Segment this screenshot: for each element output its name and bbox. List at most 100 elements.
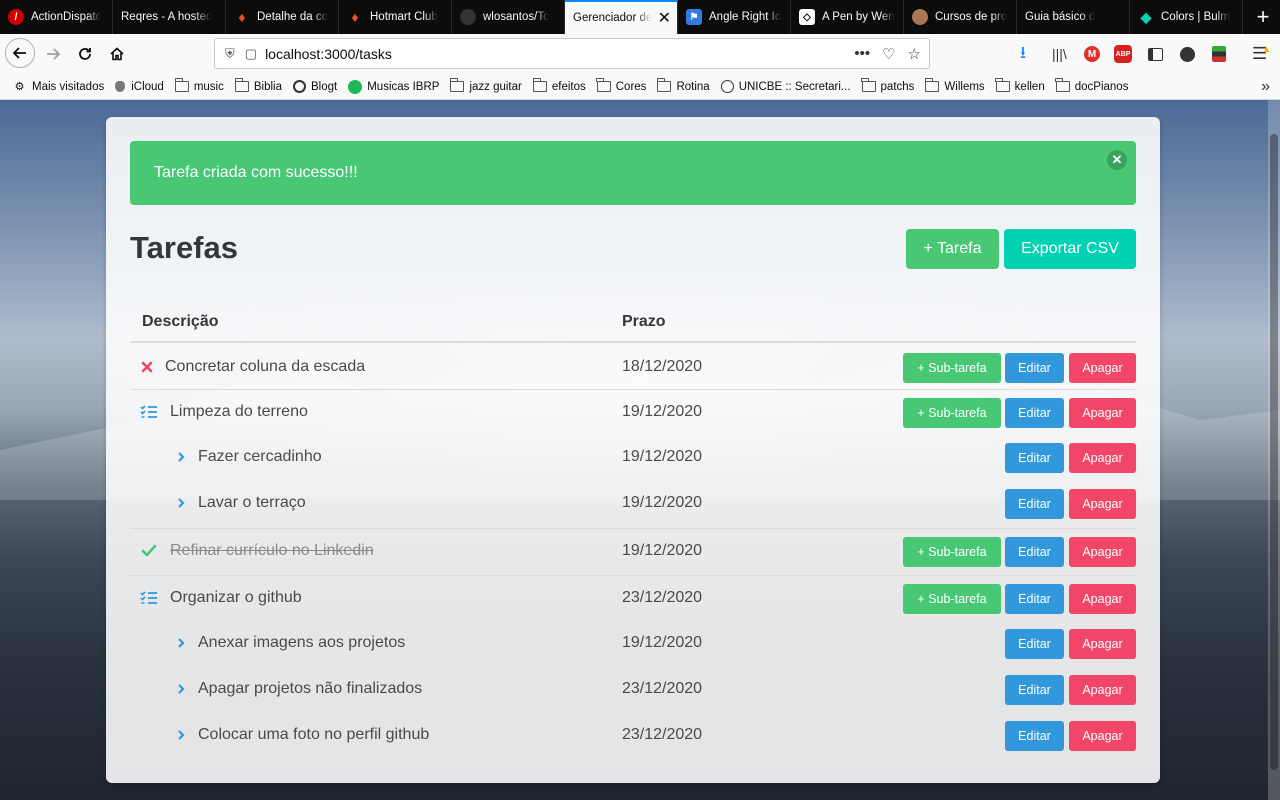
- home-icon: [110, 47, 124, 61]
- angle-right-icon: [172, 634, 190, 652]
- edit-button[interactable]: Editar: [1005, 629, 1064, 659]
- table-row: Limpeza do terreno 19/12/2020 + Sub-tare…: [130, 389, 1136, 435]
- folder-icon: [861, 78, 876, 92]
- folder-icon: [596, 78, 611, 92]
- bookmark-item[interactable]: patchs: [861, 78, 914, 93]
- download-icon[interactable]: ⭳: [1020, 34, 1026, 74]
- delete-button[interactable]: Apagar: [1069, 629, 1136, 659]
- bookmark-item[interactable]: efeitos: [532, 78, 586, 93]
- browser-tab[interactable]: ⚑ Angle Right Ic: [678, 0, 791, 34]
- bookmark-item[interactable]: Musicas IBRP: [348, 79, 439, 94]
- table-row: Anexar imagens aos projetos 19/12/2020 E…: [130, 621, 1136, 667]
- bookmark-item[interactable]: Blogt: [293, 80, 337, 93]
- bookmark-item[interactable]: Rotina: [657, 78, 710, 93]
- close-tab-icon[interactable]: ✕: [654, 8, 671, 28]
- task-deadline: 19/12/2020: [622, 542, 703, 559]
- delete-button[interactable]: Apagar: [1069, 675, 1136, 705]
- page-viewport: Tarefa criada com sucesso!!! ✕ Tarefas +…: [0, 100, 1280, 800]
- bookmark-item[interactable]: docPianos: [1055, 78, 1128, 93]
- bookmark-star-icon[interactable]: ☆: [908, 45, 921, 63]
- edit-button[interactable]: Editar: [1005, 537, 1064, 567]
- url-bar[interactable]: ⛨ ▢ localhost:3000/tasks ••• ♡ ☆: [214, 38, 930, 69]
- delete-button[interactable]: Apagar: [1069, 353, 1136, 383]
- add-subtask-button[interactable]: + Sub-tarefa: [903, 398, 1001, 428]
- github-icon: [293, 80, 306, 93]
- column-header-description: Descrição: [142, 313, 219, 330]
- edit-button[interactable]: Editar: [1005, 675, 1064, 705]
- add-subtask-button[interactable]: + Sub-tarefa: [903, 537, 1001, 567]
- more-bookmarks-icon[interactable]: »: [1261, 78, 1270, 96]
- edit-button[interactable]: Editar: [1005, 443, 1064, 473]
- add-subtask-button[interactable]: + Sub-tarefa: [903, 353, 1001, 383]
- bookmark-item[interactable]: jazz guitar: [450, 78, 522, 93]
- browser-tab[interactable]: ◆ Colors | Bulm: [1130, 0, 1243, 34]
- edit-button[interactable]: Editar: [1005, 398, 1064, 428]
- new-task-button[interactable]: + Tarefa: [906, 229, 999, 269]
- delete-button[interactable]: Apagar: [1069, 443, 1136, 473]
- account-icon[interactable]: [1180, 34, 1195, 74]
- edit-button[interactable]: Editar: [1005, 353, 1064, 383]
- extension-icon[interactable]: [1212, 34, 1226, 74]
- bookmark-label: efeitos: [551, 80, 586, 93]
- edit-button[interactable]: Editar: [1005, 584, 1064, 614]
- close-icon[interactable]: ✕: [1107, 150, 1127, 170]
- folder-icon: [925, 78, 940, 92]
- delete-button[interactable]: Apagar: [1069, 537, 1136, 567]
- url-text[interactable]: localhost:3000/tasks: [265, 46, 392, 62]
- browser-tab[interactable]: / ActionDispatc: [0, 0, 113, 34]
- scrollbar-thumb[interactable]: [1270, 134, 1278, 770]
- bookmark-label: Mais visitados: [32, 80, 105, 93]
- delete-button[interactable]: Apagar: [1069, 584, 1136, 614]
- back-button[interactable]: [5, 38, 35, 68]
- add-subtask-button[interactable]: + Sub-tarefa: [903, 584, 1001, 614]
- bookmark-item[interactable]: Biblia: [234, 78, 282, 93]
- bookmark-item[interactable]: Willems: [925, 78, 985, 93]
- bookmark-item[interactable]: music: [174, 78, 224, 93]
- bookmark-item[interactable]: Cores: [596, 78, 646, 93]
- bookmark-item[interactable]: iCloud: [115, 81, 164, 93]
- reload-button[interactable]: [70, 39, 100, 69]
- bookmark-label: Biblia: [253, 80, 282, 93]
- bookmark-label: Rotina: [676, 80, 710, 93]
- tasks-card: Tarefa criada com sucesso!!! ✕ Tarefas +…: [106, 117, 1160, 783]
- delete-button[interactable]: Apagar: [1069, 398, 1136, 428]
- table-row: Apagar projetos não finalizados 23/12/20…: [130, 667, 1136, 713]
- bookmark-item[interactable]: UNICBE :: Secretari...: [720, 80, 851, 93]
- browser-tab[interactable]: ◇ A Pen by Wen: [791, 0, 904, 34]
- new-tab-button[interactable]: +: [1246, 0, 1280, 34]
- edit-button[interactable]: Editar: [1005, 721, 1064, 751]
- bookmark-item[interactable]: kellen: [995, 78, 1045, 93]
- browser-tab[interactable]: Reqres - A hosted: [113, 0, 226, 34]
- bulma-icon: ◆: [1140, 8, 1152, 25]
- extension-m-icon[interactable]: M: [1084, 34, 1100, 74]
- delete-button[interactable]: Apagar: [1069, 721, 1136, 751]
- library-icon[interactable]: |||\: [1052, 34, 1067, 74]
- browser-tab[interactable]: Guia básico d: [1017, 0, 1130, 34]
- sidebar-icon[interactable]: [1148, 34, 1163, 74]
- browser-tab[interactable]: wlosantos/To: [452, 0, 565, 34]
- subtask-description: Anexar imagens aos projetos: [198, 634, 406, 651]
- browser-tab[interactable]: ♦ Detalhe da co: [226, 0, 339, 34]
- arrow-left-icon: [12, 47, 26, 59]
- task-description: Refinar currículo no Linkedin: [170, 542, 374, 559]
- pocket-icon[interactable]: ♡: [882, 45, 895, 63]
- delete-button[interactable]: Apagar: [1069, 489, 1136, 519]
- browser-tab[interactable]: ♦ Hotmart Club: [339, 0, 452, 34]
- home-button[interactable]: [102, 39, 132, 69]
- spotify-icon: [348, 79, 363, 94]
- browser-tab-active[interactable]: Gerenciador de ✕: [565, 0, 678, 34]
- page-actions-icon[interactable]: •••: [854, 45, 870, 63]
- menu-icon[interactable]: ☰ ▲: [1252, 34, 1271, 74]
- rails-icon: /: [8, 9, 24, 25]
- tasks-list-icon: [140, 403, 158, 421]
- shield-icon[interactable]: ⛨: [225, 46, 235, 62]
- export-csv-button[interactable]: Exportar CSV: [1004, 229, 1136, 269]
- task-description: Organizar o github: [170, 589, 302, 606]
- adblock-icon[interactable]: ABP: [1114, 34, 1132, 74]
- browser-tab[interactable]: Cursos de pro: [904, 0, 1017, 34]
- task-deadline: 23/12/2020: [622, 680, 703, 697]
- page-scrollbar[interactable]: [1268, 100, 1280, 800]
- bookmark-item[interactable]: ⚙ Mais visitados: [12, 80, 105, 94]
- edit-button[interactable]: Editar: [1005, 489, 1064, 519]
- forward-button[interactable]: [38, 39, 68, 69]
